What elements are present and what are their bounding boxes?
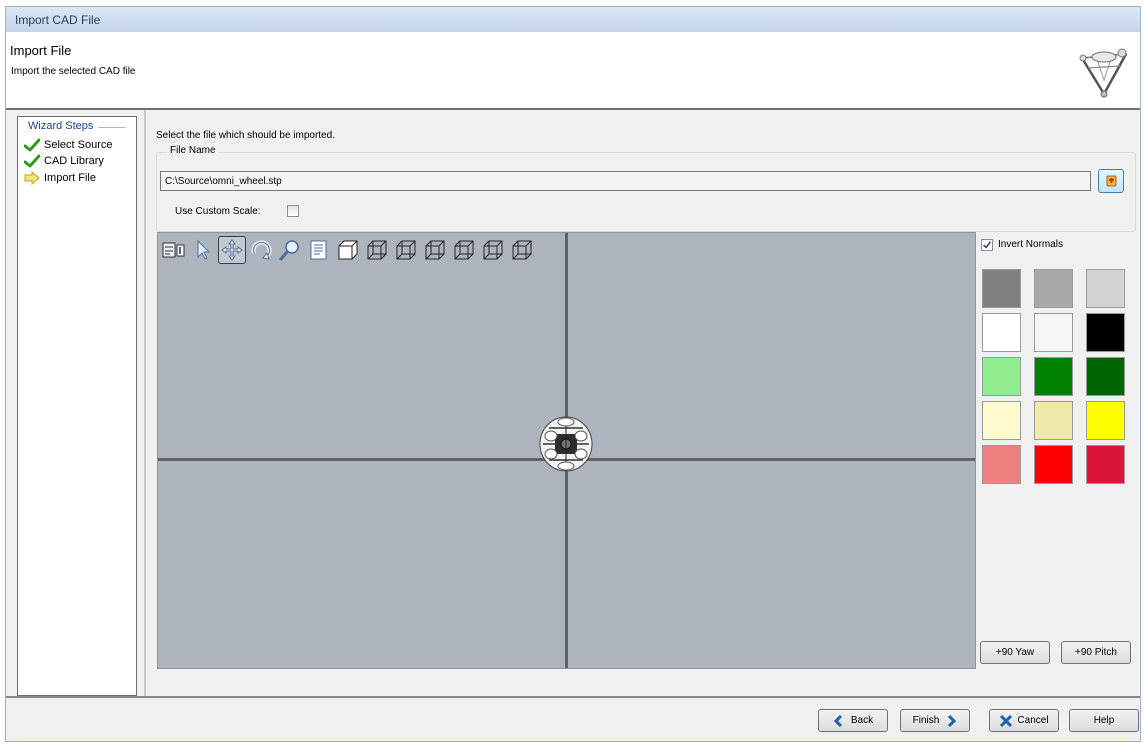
back-button[interactable]: Back (818, 709, 888, 732)
view-right-icon[interactable] (450, 236, 478, 264)
viewer-toolbar (160, 236, 537, 264)
wizard-step-select-source: Select Source (24, 137, 112, 153)
view-front-icon[interactable] (363, 236, 391, 264)
page-subtitle: Import the selected CAD file (11, 66, 136, 77)
instruction-text: Select the file which should be imported… (156, 130, 335, 141)
robot-arm-logo-icon (1079, 48, 1128, 98)
wizard-header: Import File Import the selected CAD file (6, 32, 1140, 110)
pointer-icon[interactable] (189, 236, 217, 264)
color-swatch[interactable] (1086, 401, 1125, 440)
checkmark-icon (24, 154, 40, 168)
rotate-icon[interactable] (247, 236, 275, 264)
arrow-right-icon (948, 714, 957, 727)
finish-button[interactable]: Finish (900, 709, 970, 732)
page-title: Import File (10, 43, 72, 58)
cancel-button-label: Cancel (1017, 715, 1049, 726)
yaw-90-button[interactable]: +90 Yaw (980, 641, 1050, 664)
checkmark-icon (24, 138, 40, 152)
color-swatch[interactable] (982, 401, 1021, 440)
color-swatch[interactable] (1086, 269, 1125, 308)
view-bottom-icon[interactable] (508, 236, 536, 264)
color-swatch[interactable] (1034, 313, 1073, 352)
window-titlebar: Import CAD File (5, 6, 1141, 32)
wizard-step-cad-library: CAD Library (24, 153, 104, 169)
wizard-step-label: Import File (44, 172, 96, 184)
file-name-group: File Name Use Custom Scale: (156, 145, 1136, 232)
wizard-step-import-file: Import File (24, 170, 96, 186)
color-swatch[interactable] (1034, 269, 1073, 308)
browse-button[interactable] (1098, 169, 1124, 193)
help-button[interactable]: Help (1069, 709, 1139, 732)
wizard-step-label: CAD Library (44, 155, 104, 167)
color-swatch[interactable] (1086, 357, 1125, 396)
wizard-steps-legend: Wizard Steps (28, 120, 98, 132)
file-path-field[interactable] (160, 171, 1091, 191)
pan-icon[interactable] (218, 236, 246, 264)
color-swatch[interactable] (1034, 401, 1073, 440)
cancel-button[interactable]: Cancel (989, 709, 1059, 732)
color-swatch[interactable] (1086, 445, 1125, 484)
legend-divider (98, 127, 126, 128)
color-swatch[interactable] (1034, 357, 1073, 396)
color-swatch[interactable] (982, 445, 1021, 484)
invert-normals-checkbox[interactable] (981, 239, 993, 251)
view-left-icon[interactable] (421, 236, 449, 264)
open-folder-icon (1106, 175, 1117, 187)
color-swatch[interactable] (1034, 445, 1073, 484)
properties-icon[interactable] (305, 236, 333, 264)
color-swatch[interactable] (982, 269, 1021, 308)
arrow-left-icon (833, 714, 842, 727)
color-swatch[interactable] (982, 313, 1021, 352)
color-swatch[interactable] (1086, 313, 1125, 352)
window-title: Import CAD File (15, 13, 101, 27)
cancel-x-icon (1000, 714, 1013, 727)
panel-divider (144, 110, 146, 696)
omni-wheel-model (539, 416, 593, 472)
finish-button-label: Finish (912, 715, 940, 726)
back-button-label: Back (850, 715, 874, 726)
view-back-icon[interactable] (392, 236, 420, 264)
wizard-step-label: Select Source (44, 139, 113, 151)
zoom-icon[interactable] (276, 236, 304, 264)
file-name-legend: File Name (167, 145, 219, 156)
import-cad-dialog: Import File Import the selected CAD file… (5, 32, 1141, 742)
footer-divider (6, 696, 1140, 698)
custom-scale-checkbox[interactable] (287, 205, 299, 217)
custom-scale-label: Use Custom Scale: (175, 206, 261, 217)
cad-3d-viewport[interactable] (157, 232, 976, 669)
color-swatch[interactable] (982, 357, 1021, 396)
pitch-90-button[interactable]: +90 Pitch (1061, 641, 1131, 664)
selection-list-icon[interactable] (160, 236, 188, 264)
wizard-steps-panel: Wizard Steps Select Source CAD Library I… (17, 116, 137, 696)
invert-normals-label: Invert Normals (998, 239, 1064, 250)
arrow-right-icon (24, 171, 40, 185)
view-cube-icon[interactable] (334, 236, 362, 264)
view-top-icon[interactable] (479, 236, 507, 264)
